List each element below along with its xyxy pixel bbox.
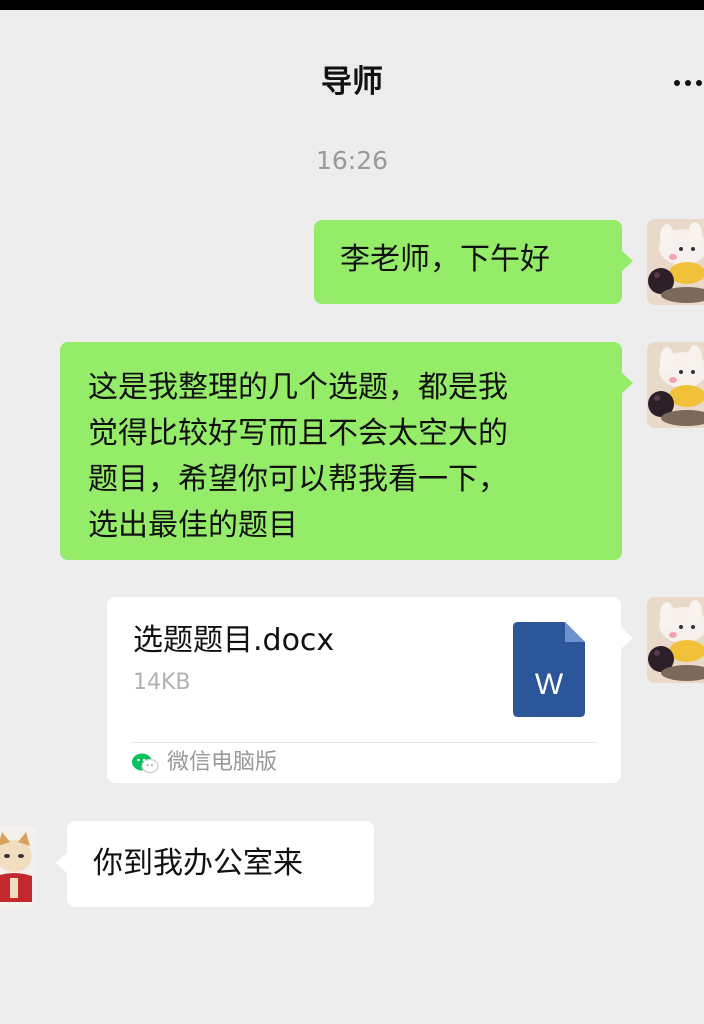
more-dots-icon [696,80,702,86]
avatar-image [647,219,704,305]
word-icon-letter: W [535,668,564,701]
word-document-icon: W [513,622,585,717]
more-button[interactable] [670,66,704,98]
message-text-line: 这是我整理的几个选题，都是我 [88,370,508,405]
message-text-line: 题目，希望你可以帮我看一下， [88,462,508,497]
file-message-card[interactable]: 选题题目.docx 14KB W 微信电脑版 [107,597,621,783]
avatar-self[interactable] [647,342,704,428]
file-source: 微信电脑版 [131,745,277,781]
file-source-label: 微信电脑版 [167,750,278,775]
chat-screen: 导师 16:26 李老师，下午好 这是我整理的几个选题，都是我 觉得比较好写而且… [0,0,704,1024]
message-text: 李老师，下午好 [340,242,550,277]
status-bar [0,0,704,10]
message-text-line: 觉得比较好写而且不会太空大的 [88,416,508,451]
avatar-image [647,342,704,428]
bubble-tail [621,372,633,394]
avatar-image [647,597,704,683]
avatar-other[interactable] [0,826,36,908]
message-text: 你到我办公室来 [93,846,303,881]
bubble-tail [621,250,633,272]
chat-header: 导师 [0,10,704,128]
avatar-self[interactable] [647,219,704,305]
message-bubble-self[interactable]: 这是我整理的几个选题，都是我 觉得比较好写而且不会太空大的 题目，希望你可以帮我… [60,342,622,560]
message-bubble-self[interactable]: 李老师，下午好 [314,220,622,304]
wechat-icon [132,753,159,774]
message-timestamp: 16:26 [315,146,389,175]
more-dots-icon [674,80,680,86]
bubble-tail [621,627,633,649]
avatar-image [0,826,36,908]
card-divider [131,742,597,743]
more-dots-icon [685,80,691,86]
avatar-self[interactable] [647,597,704,683]
message-bubble-other[interactable]: 你到我办公室来 [67,821,374,907]
file-size: 14KB [133,670,191,695]
file-name: 选题题目.docx [133,623,335,658]
chat-title: 导师 [321,64,383,100]
message-text-line: 选出最佳的题目 [88,508,298,543]
